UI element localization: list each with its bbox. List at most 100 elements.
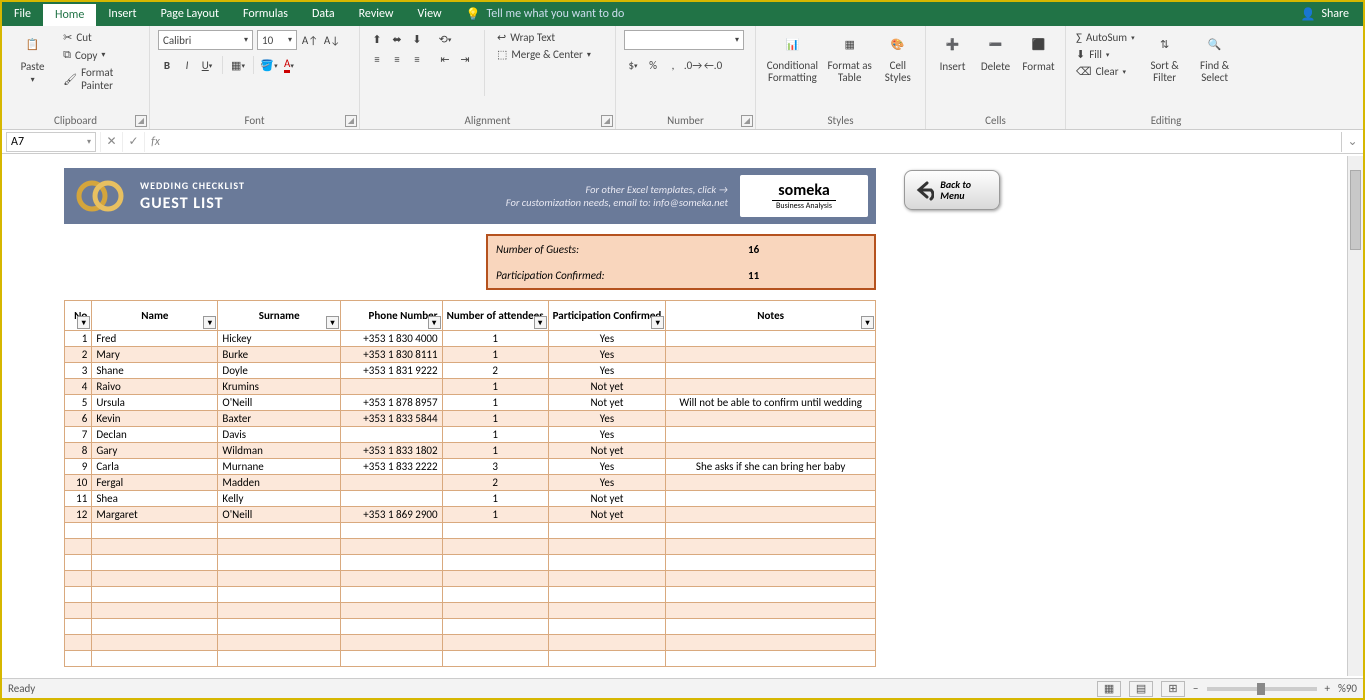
increase-decimal-button[interactable]: .0→ xyxy=(684,56,702,74)
cell[interactable] xyxy=(548,587,666,603)
table-row[interactable]: 6KevinBaxter+353 1 833 58441Yes xyxy=(65,411,876,427)
format-as-table-button[interactable]: ▦Format as Table xyxy=(827,30,873,84)
cell[interactable]: 1 xyxy=(442,491,548,507)
cell[interactable]: Mary xyxy=(92,347,218,363)
vertical-scrollbar[interactable] xyxy=(1347,156,1363,676)
cell[interactable] xyxy=(65,587,92,603)
cell[interactable]: Hickey xyxy=(218,331,341,347)
cell[interactable]: Kevin xyxy=(92,411,218,427)
clipboard-dialog-launcher[interactable]: ◢ xyxy=(135,115,147,127)
cell[interactable]: Ursula xyxy=(92,395,218,411)
orientation-button[interactable]: ⟲▾ xyxy=(436,30,454,48)
cell[interactable] xyxy=(65,603,92,619)
cell[interactable]: Kelly xyxy=(218,491,341,507)
cell[interactable]: Will not be able to confirm until weddin… xyxy=(666,395,876,411)
cell[interactable]: +353 1 833 5844 xyxy=(340,411,442,427)
cell[interactable]: Gary xyxy=(92,443,218,459)
align-bottom-button[interactable]: ⬇ xyxy=(408,30,426,48)
zoom-in-button[interactable]: + xyxy=(1325,682,1330,695)
cell[interactable] xyxy=(92,571,218,587)
cell[interactable]: Doyle xyxy=(218,363,341,379)
cell[interactable] xyxy=(666,347,876,363)
normal-view-button[interactable]: ▦ xyxy=(1097,681,1121,697)
cell[interactable]: 1 xyxy=(442,331,548,347)
cell[interactable]: +353 1 830 4000 xyxy=(340,331,442,347)
page-break-view-button[interactable]: ⊞ xyxy=(1161,681,1185,697)
cell[interactable] xyxy=(92,635,218,651)
conditional-formatting-button[interactable]: 📊Conditional Formatting xyxy=(764,30,821,84)
cell[interactable] xyxy=(548,635,666,651)
table-row[interactable]: 4RaivoKrumins1Not yet xyxy=(65,379,876,395)
cell[interactable]: 2 xyxy=(65,347,92,363)
zoom-slider[interactable] xyxy=(1207,687,1317,691)
cell[interactable]: Yes xyxy=(548,459,666,475)
expand-formula-button[interactable]: ⌄ xyxy=(1341,132,1363,152)
format-cells-button[interactable]: ⬛Format xyxy=(1020,30,1057,73)
format-painter-button[interactable]: 🖌Format Painter xyxy=(61,65,141,93)
col-header[interactable]: Name▾ xyxy=(92,301,218,331)
scrollbar-thumb[interactable] xyxy=(1350,170,1361,250)
increase-indent-button[interactable]: ⇥ xyxy=(456,50,474,68)
font-size-select[interactable]: 10▾ xyxy=(257,30,297,50)
table-row[interactable] xyxy=(65,651,876,667)
cell[interactable]: 5 xyxy=(65,395,92,411)
number-format-select[interactable]: ▾ xyxy=(624,30,744,50)
underline-button[interactable]: U▾ xyxy=(198,56,216,74)
cell[interactable]: 1 xyxy=(65,331,92,347)
cell[interactable] xyxy=(218,603,341,619)
merge-center-button[interactable]: ⬚Merge & Center▾ xyxy=(495,47,593,62)
cell[interactable]: Davis xyxy=(218,427,341,443)
cell[interactable]: 7 xyxy=(65,427,92,443)
page-layout-view-button[interactable]: ▤ xyxy=(1129,681,1153,697)
cell[interactable] xyxy=(65,555,92,571)
tab-view[interactable]: View xyxy=(406,2,454,26)
cell[interactable] xyxy=(548,619,666,635)
tell-me[interactable]: 💡 Tell me what you want to do xyxy=(454,2,637,26)
decrease-font-button[interactable]: A↓ xyxy=(323,31,341,49)
filter-icon[interactable]: ▾ xyxy=(428,316,441,329)
col-header[interactable]: Phone Number▾ xyxy=(340,301,442,331)
worksheet-area[interactable]: WEDDING CHECKLIST GUEST LIST For other E… xyxy=(2,156,1347,676)
decrease-indent-button[interactable]: ⇤ xyxy=(436,50,454,68)
cell[interactable]: 9 xyxy=(65,459,92,475)
table-row[interactable] xyxy=(65,571,876,587)
cell[interactable]: 1 xyxy=(442,395,548,411)
cell[interactable]: Yes xyxy=(548,331,666,347)
cell[interactable] xyxy=(666,603,876,619)
zoom-out-button[interactable]: − xyxy=(1193,682,1198,695)
name-box[interactable]: A7▾ xyxy=(6,132,96,152)
cell[interactable]: Madden xyxy=(218,475,341,491)
share-button[interactable]: 👤 Share xyxy=(1286,2,1363,26)
cell[interactable]: Yes xyxy=(548,475,666,491)
cell[interactable] xyxy=(442,587,548,603)
col-header[interactable]: Notes▾ xyxy=(666,301,876,331)
cell[interactable] xyxy=(340,603,442,619)
increase-font-button[interactable]: A↑ xyxy=(301,31,319,49)
back-to-menu-button[interactable]: Back to Menu xyxy=(904,170,1000,210)
cell[interactable] xyxy=(666,491,876,507)
copy-button[interactable]: ⧉Copy▾ xyxy=(61,47,141,63)
cell[interactable] xyxy=(666,555,876,571)
cell[interactable]: Krumins xyxy=(218,379,341,395)
cell[interactable] xyxy=(340,379,442,395)
table-row[interactable] xyxy=(65,523,876,539)
cell[interactable]: 1 xyxy=(442,347,548,363)
cell[interactable]: +353 1 831 9222 xyxy=(340,363,442,379)
guest-table[interactable]: No▾Name▾Surname▾Phone Number▾Number of a… xyxy=(64,300,876,667)
cell[interactable]: +353 1 833 1802 xyxy=(340,443,442,459)
fx-button[interactable]: fx xyxy=(144,132,166,152)
cell[interactable]: +353 1 830 8111 xyxy=(340,347,442,363)
cell[interactable] xyxy=(65,539,92,555)
cell[interactable]: Margaret xyxy=(92,507,218,523)
cell[interactable]: Wildman xyxy=(218,443,341,459)
col-header[interactable]: Participation Confirmed▾ xyxy=(548,301,666,331)
cell[interactable] xyxy=(65,651,92,667)
cell[interactable]: 8 xyxy=(65,443,92,459)
cell[interactable] xyxy=(666,539,876,555)
cell[interactable] xyxy=(218,619,341,635)
cell[interactable] xyxy=(65,635,92,651)
align-left-button[interactable]: ≡ xyxy=(368,50,386,68)
clear-button[interactable]: ⌫Clear▾ xyxy=(1074,64,1137,79)
align-middle-button[interactable]: ⬌ xyxy=(388,30,406,48)
insert-cells-button[interactable]: ➕Insert xyxy=(934,30,971,73)
